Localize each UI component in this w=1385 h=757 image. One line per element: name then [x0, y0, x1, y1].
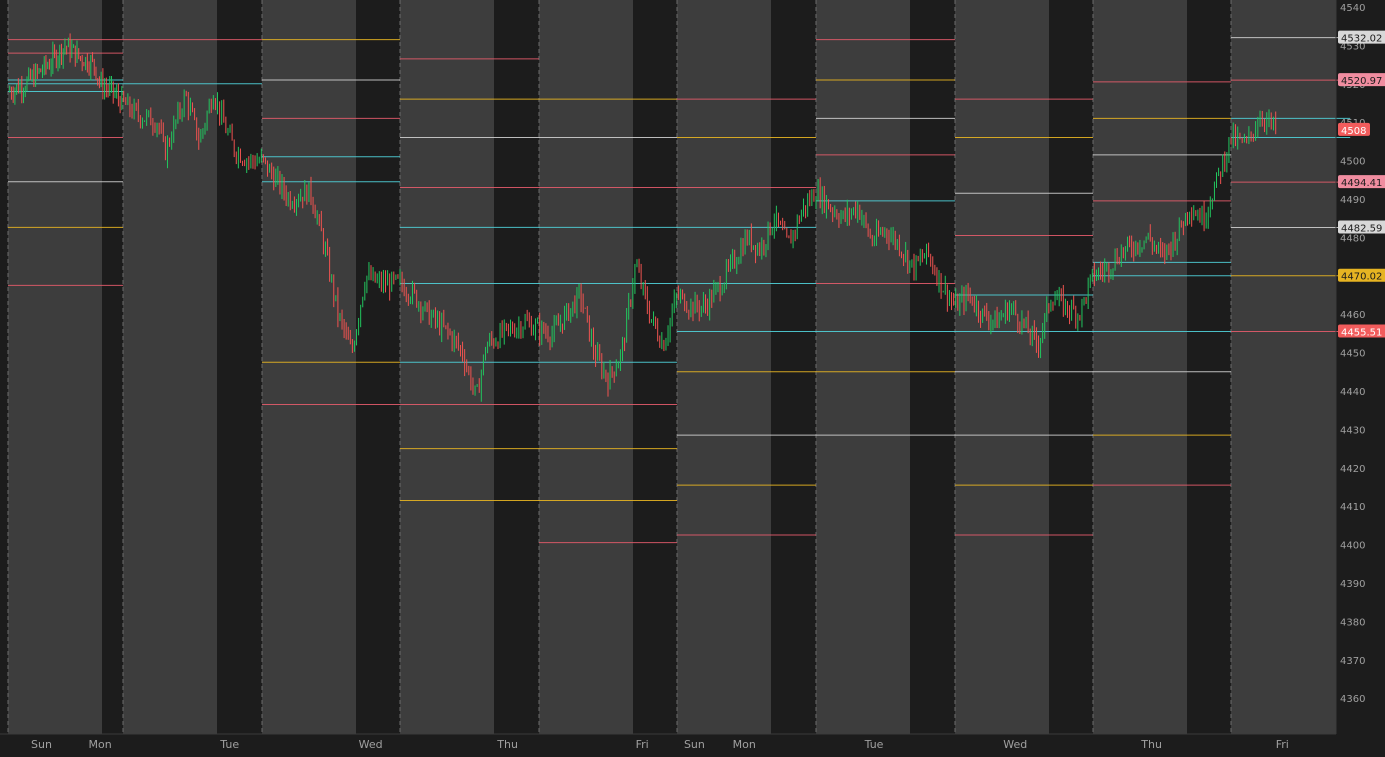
price-tag-label: 4455.51 [1341, 327, 1382, 338]
x-tick-label: Thu [496, 738, 518, 751]
price-tag: 4520.97 [1338, 73, 1385, 87]
session-band [955, 0, 1049, 734]
x-tick-label: Mon [733, 738, 756, 751]
price-tag-label: 4508 [1341, 126, 1366, 137]
x-tick-label: Fri [1276, 738, 1289, 751]
x-tick-label: Sun [684, 738, 705, 751]
y-tick-label: 4390 [1340, 579, 1365, 590]
price-tag: 4494.41 [1338, 175, 1385, 189]
y-tick-label: 4480 [1340, 233, 1365, 244]
x-tick-label: Wed [359, 738, 383, 751]
price-chart[interactable]: 4540453045204510450044904480447044604450… [0, 0, 1385, 757]
session-bands [0, 0, 1336, 734]
price-tag: 4532.02 [1338, 30, 1385, 45]
y-tick-label: 4370 [1340, 656, 1365, 667]
price-tag-label: 4494.41 [1341, 178, 1382, 189]
x-tick-label: Wed [1003, 738, 1027, 751]
y-tick-label: 4500 [1340, 157, 1365, 168]
price-tag-label: 4520.97 [1341, 76, 1382, 87]
x-tick-label: Thu [1140, 738, 1162, 751]
session-band [8, 0, 102, 734]
y-tick-label: 4420 [1340, 464, 1365, 475]
x-tick-label: Mon [89, 738, 112, 751]
price-tag: 4470.02 [1338, 268, 1385, 283]
y-tick-label: 4360 [1340, 694, 1365, 705]
x-tick-label: Tue [864, 738, 884, 751]
session-band [1231, 0, 1336, 734]
price-tag: 4455.51 [1338, 324, 1385, 338]
session-band [539, 0, 633, 734]
x-tick-label: Fri [636, 738, 649, 751]
y-tick-label: 4540 [1340, 3, 1365, 14]
session-band [1093, 0, 1187, 734]
price-tag: 4508 [1338, 122, 1370, 137]
y-tick-label: 4400 [1340, 541, 1365, 552]
x-tick-label: Sun [31, 738, 52, 751]
y-tick-label: 4460 [1340, 310, 1365, 321]
y-tick-label: 4450 [1340, 349, 1365, 360]
price-tag-label: 4482.59 [1341, 223, 1382, 234]
x-tick-label: Tue [219, 738, 239, 751]
y-tick-label: 4380 [1340, 617, 1365, 628]
session-band [400, 0, 494, 734]
price-tag: 4482.59 [1338, 220, 1385, 234]
y-tick-label: 4410 [1340, 502, 1365, 513]
price-tag-label: 4532.02 [1341, 34, 1382, 45]
session-band [123, 0, 217, 734]
y-tick-label: 4430 [1340, 425, 1365, 436]
session-band [262, 0, 356, 734]
price-tags: 4532.02 4520.97 4508 4494.41 4482.59 4470.02 4… [1338, 30, 1385, 338]
session-band [816, 0, 910, 734]
y-tick-label: 4440 [1340, 387, 1365, 398]
y-tick-label: 4490 [1340, 195, 1365, 206]
session-band [677, 0, 771, 734]
price-tag-label: 4470.02 [1341, 272, 1382, 283]
